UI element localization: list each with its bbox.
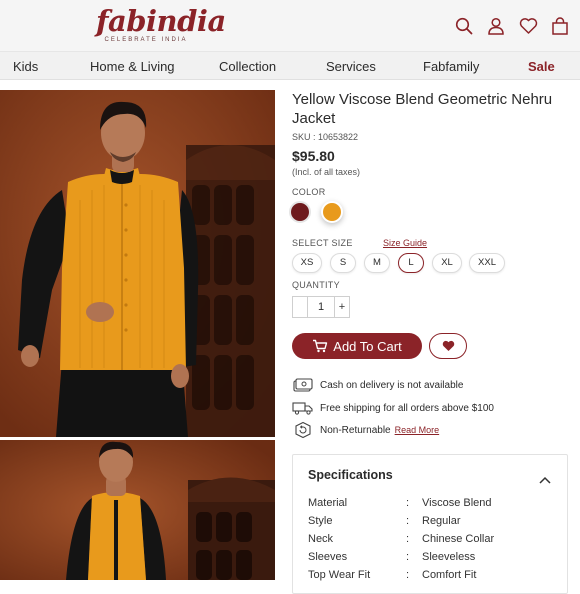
- header-actions: [454, 16, 570, 36]
- product-title: Yellow Viscose Blend Geometric Nehru Jac…: [292, 91, 553, 127]
- nav-item-home-living[interactable]: Home & Living: [90, 59, 175, 74]
- truck-icon: [292, 399, 314, 417]
- tax-note: (Incl. of all taxes): [292, 167, 361, 177]
- spec-value: Regular: [422, 515, 461, 527]
- main-nav: Kids Home & Living Collection Services F…: [0, 52, 580, 80]
- product-price: $95.80: [292, 148, 335, 164]
- size-option-l[interactable]: L: [398, 253, 424, 273]
- search-icon[interactable]: [454, 16, 474, 36]
- nav-item-collection[interactable]: Collection: [219, 59, 276, 74]
- nav-item-kids[interactable]: Kids: [13, 59, 38, 74]
- size-option-xs[interactable]: XS: [292, 253, 322, 273]
- spec-key: Top Wear Fit: [308, 569, 371, 581]
- color-swatch-yellow[interactable]: [321, 201, 343, 223]
- heart-icon[interactable]: [518, 16, 538, 36]
- bag-icon[interactable]: [550, 16, 570, 36]
- spec-row: Sleeves : Sleeveless: [308, 551, 558, 565]
- spec-separator: :: [406, 533, 410, 545]
- cash-icon: [292, 376, 314, 394]
- read-more-link[interactable]: Read More: [395, 425, 440, 435]
- spec-value: Sleeveless: [422, 551, 476, 563]
- heart-icon: [442, 340, 454, 351]
- spec-separator: :: [406, 515, 410, 527]
- quantity-stepper: 1 +: [292, 296, 350, 318]
- spec-key: Neck: [308, 533, 334, 545]
- brand-wordmark: fabindia: [96, 4, 226, 38]
- feature-text: Free shipping for all orders above $100: [320, 402, 494, 414]
- spec-key: Style: [308, 515, 333, 527]
- spec-row: Style : Regular: [308, 515, 558, 529]
- spec-separator: :: [406, 569, 410, 581]
- add-to-cart-label: Add To Cart: [333, 338, 402, 354]
- product-sku: SKU : 10653822: [292, 132, 359, 142]
- return-icon: [292, 421, 314, 439]
- spec-separator: :: [406, 551, 410, 563]
- quantity-value[interactable]: 1: [308, 296, 334, 318]
- quantity-decrement-button[interactable]: [292, 296, 308, 318]
- size-option-xxl[interactable]: XXL: [469, 253, 505, 273]
- size-selector: XS S M L XL XXL: [292, 253, 580, 273]
- cart-icon: [313, 339, 328, 353]
- specifications-panel: Specifications Material : Viscose Blend …: [292, 454, 568, 594]
- quantity-label: QUANTITY: [292, 280, 340, 290]
- add-to-cart-button[interactable]: Add To Cart: [292, 333, 422, 359]
- product-info: Yellow Viscose Blend Geometric Nehru Jac…: [289, 90, 572, 439]
- spec-row: Neck : Chinese Collar: [308, 533, 558, 547]
- spec-value: Viscose Blend: [422, 497, 492, 509]
- chevron-up-icon[interactable]: [539, 471, 551, 489]
- add-to-wishlist-button[interactable]: [429, 333, 467, 359]
- spec-separator: :: [406, 497, 410, 509]
- spec-value: Comfort Fit: [422, 569, 477, 581]
- spec-row: Top Wear Fit : Comfort Fit: [308, 569, 558, 583]
- color-label: COLOR: [292, 187, 326, 197]
- spec-key: Sleeves: [308, 551, 348, 563]
- product-image-main[interactable]: [0, 90, 275, 437]
- color-swatch-maroon[interactable]: [289, 201, 311, 223]
- size-option-s[interactable]: S: [330, 253, 356, 273]
- size-guide-link[interactable]: Size Guide: [383, 238, 427, 248]
- spec-key: Material: [308, 497, 348, 509]
- brand-tagline: CELEBRATE INDIA: [104, 37, 188, 43]
- spec-value: Chinese Collar: [422, 533, 495, 545]
- specifications-title: Specifications: [308, 468, 393, 482]
- nav-item-services[interactable]: Services: [326, 59, 376, 74]
- spec-row: Material : Viscose Blend: [308, 497, 558, 511]
- product-image-secondary[interactable]: [0, 440, 275, 580]
- feature-returns: Non-Returnable Read More: [292, 420, 439, 440]
- feature-cod: Cash on delivery is not available: [292, 375, 463, 395]
- size-option-xl[interactable]: XL: [432, 253, 462, 273]
- site-header: fabindia CELEBRATE INDIA: [0, 0, 580, 52]
- feature-text: Cash on delivery is not available: [320, 379, 464, 391]
- feature-shipping: Free shipping for all orders above $100: [292, 398, 494, 418]
- user-icon[interactable]: [486, 16, 506, 36]
- nav-item-fabfamily[interactable]: Fabfamily: [423, 59, 479, 74]
- feature-text: Non-Returnable: [320, 424, 391, 436]
- size-option-m[interactable]: M: [364, 253, 390, 273]
- quantity-increment-button[interactable]: +: [334, 296, 350, 318]
- brand-logo[interactable]: fabindia CELEBRATE INDIA: [96, 4, 226, 43]
- nav-item-sale[interactable]: Sale: [528, 59, 555, 74]
- size-label: SELECT SIZE: [292, 238, 353, 248]
